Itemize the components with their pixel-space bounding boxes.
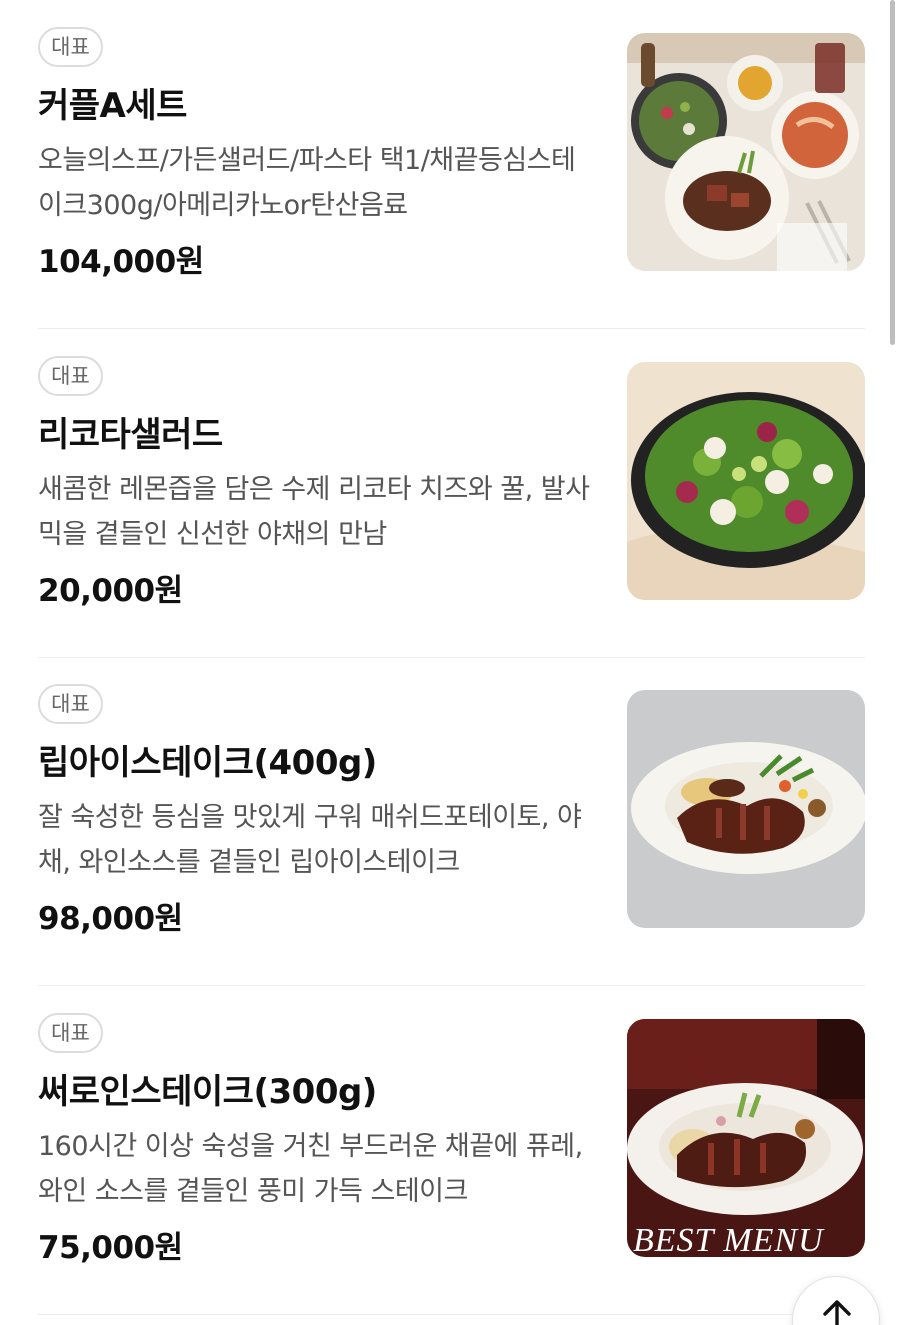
menu-item-description: 160시간 이상 숙성을 거친 부드러운 채끝에 퓨레, 와인 소스를 곁들인 … [38,1131,583,1207]
scrollbar[interactable] [890,0,895,345]
signature-badge: 대표 [38,356,103,396]
signature-badge: 대표 [38,27,103,67]
menu-item-description: 오늘의스프/가든샐러드/파스타 택1/채끝등심스테이크300g/아메리카노or탄… [38,145,576,221]
ricotta-salad-photo[interactable] [627,362,865,600]
menu-item-description: 새콤한 레몬즙을 담은 수제 리코타 치즈와 꿀, 발사믹을 곁들인 신선한 야… [38,474,590,550]
menu-item-name: 커플A세트 [38,86,187,126]
menu-item[interactable]: 대표 리코타샐러드 새콤한 레몬즙을 담은 수제 리코타 치즈와 꿀, 발사믹을… [38,329,865,658]
menu-item-price: 98,000원 [38,901,183,937]
menu-item-name: 써로인스테이크(300g) [38,1072,377,1112]
menu-item-price: 104,000원 [38,244,204,280]
signature-badge: 대표 [38,1013,103,1053]
menu-item-price: 75,000원 [38,1230,183,1266]
arrow-up-icon [823,1300,851,1325]
menu-item[interactable]: 대표 써로인스테이크(300g) 160시간 이상 숙성을 거친 부드러운 채끝… [38,986,865,1315]
menu-item-name: 립아이스테이크(400g) [38,743,377,783]
couple-set-food-illustration [627,33,865,271]
menu-item[interactable]: 대표 립아이스테이크(400g) 잘 숙성한 등심을 맛있게 구워 매쉬드포테이… [38,657,865,986]
sirloin-steak-illustration: BEST MENU [627,1019,865,1257]
ricotta-salad-illustration [627,362,865,600]
menu-item-price: 20,000원 [38,573,183,609]
couple-set-food-photo[interactable] [627,33,865,271]
sirloin-steak-photo[interactable]: BEST MENU [627,1019,865,1257]
ribeye-steak-illustration [627,690,865,928]
menu-item-name: 리코타샐러드 [38,415,223,455]
menu-item-description: 잘 숙성한 등심을 맛있게 구워 매쉬드포테이토, 야채, 와인소스를 곁들인 … [38,802,582,878]
best-menu-caption: BEST MENU [633,1222,825,1257]
ribeye-steak-photo[interactable] [627,690,865,928]
menu-item[interactable]: 대표 커플A세트 오늘의스프/가든샐러드/파스타 택1/채끝등심스테이크300g… [38,0,865,329]
item-divider [38,1314,865,1315]
signature-badge: 대표 [38,684,103,724]
